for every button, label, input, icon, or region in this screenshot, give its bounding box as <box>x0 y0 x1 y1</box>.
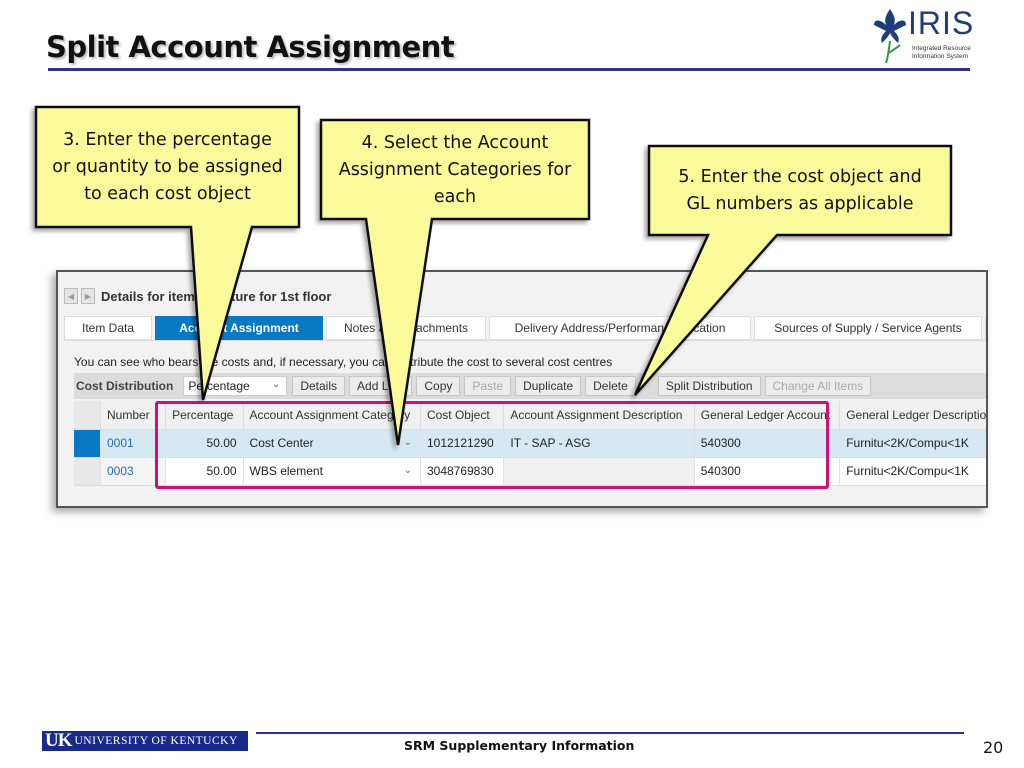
split-distribution-button[interactable]: Split Distribution <box>657 376 761 396</box>
chevron-down-icon: ⌄ <box>403 464 412 476</box>
arrow-right-icon: ▶ <box>84 291 92 301</box>
tab-notes-and-attachments[interactable]: Notes and Attachments <box>326 316 486 340</box>
line-number-link[interactable]: 0001 <box>100 429 167 458</box>
chevron-down-icon: ⌄ <box>403 436 412 448</box>
iris-subtitle-line2: Information System <box>912 53 968 60</box>
cost-distribution-value: Percentage <box>188 379 250 393</box>
add-line-button[interactable]: Add Line <box>349 376 413 396</box>
callout-line: each <box>433 187 477 207</box>
tab-account-assignment[interactable]: Account Assignment <box>155 316 323 340</box>
cost-distribution-label: Cost Distribution <box>76 379 174 393</box>
row-selector[interactable] <box>74 457 101 486</box>
delete-button[interactable]: Delete <box>585 376 636 396</box>
next-item-button[interactable]: ▶ <box>81 288 95 304</box>
callout-line: Assignment Categories for <box>338 160 572 180</box>
callout-line: 4. Select the Account <box>361 133 549 153</box>
iris-wordmark: IRIS <box>908 5 975 41</box>
university-name: UNIVERSITY OF KENTUCKY <box>74 735 238 747</box>
column-header-assignment-description[interactable]: Account Assignment Description <box>503 401 695 430</box>
line-number-link[interactable]: 0003 <box>100 457 167 486</box>
slide-title: Split Account Assignment <box>46 30 455 64</box>
percentage-input[interactable]: 50.00 <box>165 429 244 458</box>
callout-step-5-text: 5. Enter the cost object and GL numbers … <box>651 164 949 218</box>
column-header-gl-description[interactable]: General Ledger Description <box>839 401 986 430</box>
column-header-category[interactable]: Account Assignment Category <box>243 401 421 430</box>
cost-distribution-table: Number Percentage Account Assignment Cat… <box>74 401 986 486</box>
cost-object-input[interactable]: 1012121290 <box>420 429 505 458</box>
category-select[interactable]: WBS element ⌄ <box>243 457 421 486</box>
row-selector[interactable] <box>74 429 101 458</box>
callout-step-3-text: 3. Enter the percentage or quantity to b… <box>38 127 297 208</box>
paste-button[interactable]: Paste <box>464 376 512 396</box>
cost-distribution-select[interactable]: Percentage ⌄ <box>183 376 288 396</box>
footer-section-title: SRM Supplementary Information <box>404 738 635 753</box>
item-details-title: Details for item Furniture for 1st floor <box>101 288 332 304</box>
callout-line: 5. Enter the cost object and <box>678 167 922 187</box>
category-value: WBS element <box>249 464 323 478</box>
arrow-left-icon: ◀ <box>67 291 75 301</box>
callout-line: to each cost object <box>84 184 251 204</box>
category-select[interactable]: Cost Center ⌄ <box>243 429 421 458</box>
callout-line: GL numbers as applicable <box>686 194 914 214</box>
duplicate-button[interactable]: Duplicate <box>515 376 582 396</box>
sap-account-assignment-panel: ◀ ▶ Details for item Furniture for 1st f… <box>56 270 988 508</box>
iris-logo: IRIS Integrated Resource Information Sys… <box>872 5 982 67</box>
table-header-row: Number Percentage Account Assignment Cat… <box>74 401 986 430</box>
previous-item-button[interactable]: ◀ <box>64 288 78 304</box>
column-header-cost-object[interactable]: Cost Object <box>420 401 505 430</box>
page-number: 20 <box>983 738 1004 757</box>
callout-step-4-text: 4. Select the Account Assignment Categor… <box>323 130 587 211</box>
column-header-gl-account[interactable]: General Ledger Account <box>694 401 841 430</box>
uk-mark: UK <box>45 730 72 751</box>
column-header-percentage[interactable]: Percentage <box>165 401 244 430</box>
gl-description: Furnitu<2K/Compu<1K <box>839 457 986 486</box>
iris-subtitle-line1: Integrated Resource <box>912 45 971 52</box>
gl-description: Furnitu<2K/Compu<1K <box>839 429 986 458</box>
percentage-input[interactable]: 50.00 <box>165 457 244 486</box>
change-all-items-button[interactable]: Change All Items <box>764 376 872 396</box>
copy-button[interactable]: Copy <box>416 376 461 396</box>
tab-sources-of-supply[interactable]: Sources of Supply / Service Agents <box>754 316 982 340</box>
table-row[interactable]: 0001 50.00 Cost Center ⌄ 1012121290 IT - … <box>74 429 986 458</box>
tab-more[interactable]: A <box>985 316 986 340</box>
callout-line: or quantity to be assigned <box>52 157 283 177</box>
column-header-number[interactable]: Number <box>100 401 167 430</box>
iris-flower-icon <box>874 9 906 64</box>
university-of-kentucky-logo: UK UNIVERSITY OF KENTUCKY <box>42 730 248 751</box>
tab-delivery-address[interactable]: Delivery Address/Performance Location <box>489 316 751 340</box>
gl-account-input[interactable]: 540300 <box>694 457 841 486</box>
footer-divider <box>256 732 964 734</box>
chevron-down-icon: ⌄ <box>271 379 281 390</box>
cost-object-input[interactable]: 3048769830 <box>420 457 505 486</box>
account-assignment-content: You can see who bears the costs and, if … <box>64 340 986 506</box>
item-tabs: Item Data Account Assignment Notes and A… <box>64 316 986 340</box>
category-value: Cost Center <box>249 436 314 450</box>
iris-subtitle: Integrated Resource Information System <box>912 45 971 61</box>
table-row[interactable]: 0003 50.00 WBS element ⌄ 3048769830 54030… <box>74 457 986 486</box>
gl-account-input[interactable]: 540300 <box>694 429 841 458</box>
item-details-header: ◀ ▶ Details for item Furniture for 1st f… <box>64 286 331 306</box>
cost-distribution-toolbar: Cost Distribution Percentage ⌄ Details A… <box>74 373 986 399</box>
info-text: You can see who bears the costs and, if … <box>74 355 613 369</box>
tab-item-data[interactable]: Item Data <box>64 316 152 340</box>
callout-line: 3. Enter the percentage <box>63 130 272 150</box>
row-selector-header[interactable] <box>74 401 101 430</box>
title-divider <box>48 68 970 71</box>
assignment-description <box>503 457 695 486</box>
assignment-description: IT - SAP - ASG <box>503 429 695 458</box>
details-button[interactable]: Details <box>292 376 346 396</box>
